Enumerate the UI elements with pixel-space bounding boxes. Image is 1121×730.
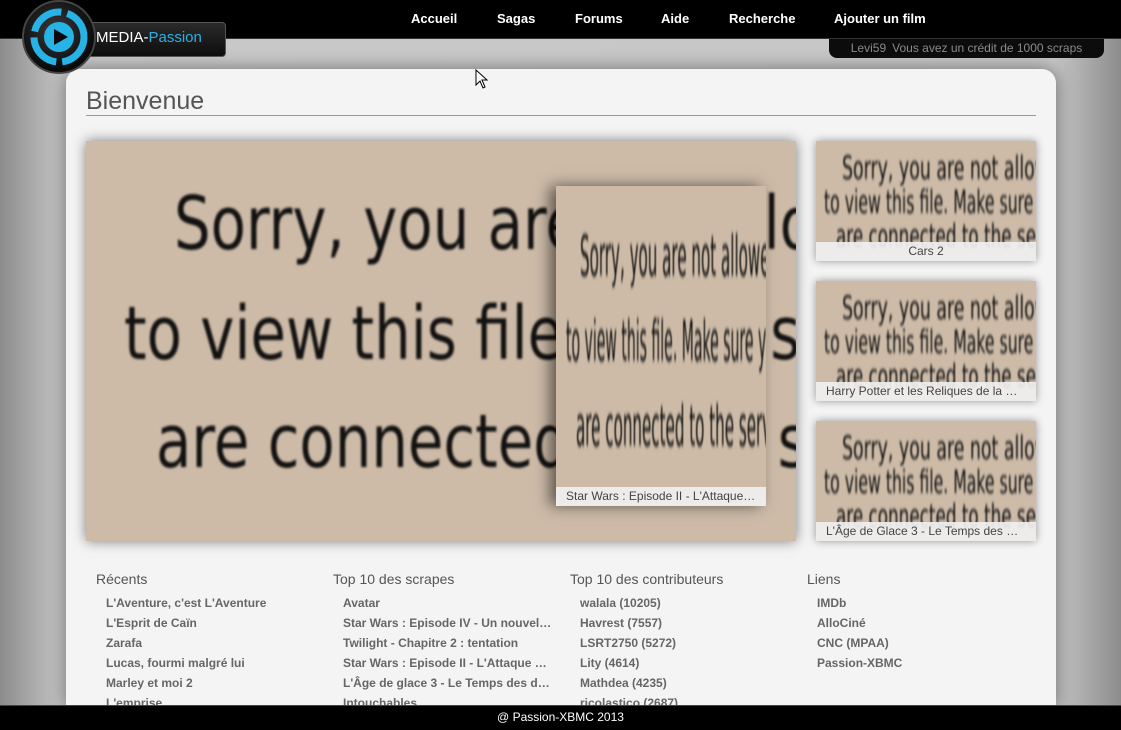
list-item[interactable]: Zarafa	[106, 633, 316, 653]
thumb-3[interactable]: Sorry, you are not allowed to view this …	[816, 421, 1036, 541]
list-item[interactable]: Lucas, fourmi malgré lui	[106, 653, 316, 673]
placeholder-line-2: to view this file. Make sure you	[566, 311, 766, 375]
nav-sagas[interactable]: Sagas	[497, 11, 535, 26]
list-item[interactable]: Twilight - Chapitre 2 : tentation	[343, 633, 553, 653]
title-divider	[86, 115, 1036, 116]
credit-text: Vous avez un crédit de 1000 scraps	[892, 41, 1083, 55]
credit-bar: Levi59 Vous avez un crédit de 1000 scraps	[829, 39, 1104, 58]
list-item[interactable]: Star Wars : Episode II - L'Attaque des c…	[343, 653, 553, 673]
link-item[interactable]: IMDb	[817, 593, 1027, 613]
links-heading: Liens	[807, 571, 841, 587]
link-item[interactable]: Passion-XBMC	[817, 653, 1027, 673]
thumb-caption: L'Âge de Glace 3 - Le Temps des Dinosaur…	[816, 522, 1036, 541]
list-item[interactable]: Havrest (7557)	[580, 613, 790, 633]
page-title: Bienvenue	[86, 87, 205, 115]
nav-ajouter-film[interactable]: Ajouter un film	[834, 11, 926, 26]
link-item[interactable]: CNC (MPAA)	[817, 633, 1027, 653]
nav-accueil[interactable]: Accueil	[411, 11, 457, 26]
top-scrapes-section: Top 10 des scrapes Avatar Star Wars : Ep…	[333, 571, 553, 713]
list-item[interactable]: Marley et moi 2	[106, 673, 316, 693]
list-item[interactable]: Lity (4614)	[580, 653, 790, 673]
links-section: Liens IMDb AlloCiné CNC (MPAA) Passion-X…	[807, 571, 1027, 673]
mouse-cursor-icon	[475, 69, 489, 89]
list-item[interactable]: L'Esprit de Caïn	[106, 613, 316, 633]
site-logo[interactable]: MEDIA-Passion	[20, 0, 226, 76]
nav-aide[interactable]: Aide	[661, 11, 689, 26]
featured-poster[interactable]: Sorry, you are not allowed to view this …	[556, 186, 766, 506]
list-item[interactable]: L'Âge de glace 3 - Le Temps des dinosaur…	[343, 673, 553, 693]
logo-text-accent: Passion	[148, 29, 202, 46]
link-item[interactable]: AlloCiné	[817, 613, 1027, 633]
nav-recherche[interactable]: Recherche	[729, 11, 795, 26]
thumb-caption: Cars 2	[816, 242, 1036, 261]
list-item[interactable]: Avatar	[343, 593, 553, 613]
placeholder-line-1: Sorry, you are not allowed	[842, 149, 1036, 187]
recents-heading: Récents	[96, 571, 148, 587]
featured-caption: Star Wars : Episode II - L'Attaque des c…	[556, 487, 766, 506]
recents-section: Récents L'Aventure, c'est L'Aventure L'E…	[96, 571, 316, 713]
logo-text-main: MEDIA-	[96, 29, 149, 46]
top-contributors-section: Top 10 des contributeurs walala (10205) …	[570, 571, 790, 713]
list-item[interactable]: Mathdea (4235)	[580, 673, 790, 693]
placeholder-line-2: to view this file. Make sure you	[824, 463, 1036, 501]
list-item[interactable]: walala (10205)	[580, 593, 790, 613]
placeholder-line-2: to view this file. Make sure you	[824, 183, 1036, 221]
thumb-2[interactable]: Sorry, you are not allowed to view this …	[816, 281, 1036, 401]
list-item[interactable]: L'Aventure, c'est L'Aventure	[106, 593, 316, 613]
list-item[interactable]: Star Wars : Episode IV - Un nouvel espoi…	[343, 613, 553, 633]
placeholder-line-2: to view this file. Make sure you	[824, 323, 1036, 361]
username[interactable]: Levi59	[851, 41, 886, 55]
placeholder-line-1: Sorry, you are not allowed	[842, 289, 1036, 327]
placeholder-line-1: Sorry, you are not allowed	[580, 226, 766, 290]
play-disc-icon	[22, 0, 96, 74]
top-contributors-heading: Top 10 des contributeurs	[570, 571, 724, 587]
footer: @ Passion-XBMC 2013	[0, 705, 1121, 730]
nav-forums[interactable]: Forums	[575, 11, 623, 26]
thumb-1[interactable]: Sorry, you are not allowed to view this …	[816, 141, 1036, 261]
placeholder-line-3: are connected to the server.	[576, 396, 766, 460]
top-scrapes-heading: Top 10 des scrapes	[333, 571, 455, 587]
thumb-caption: Harry Potter et les Reliques de la Mort	[816, 382, 1036, 401]
placeholder-line-1: Sorry, you are not allowed	[842, 429, 1036, 467]
list-item[interactable]: LSRT2750 (5272)	[580, 633, 790, 653]
logo-text: MEDIA-Passion	[96, 29, 202, 46]
